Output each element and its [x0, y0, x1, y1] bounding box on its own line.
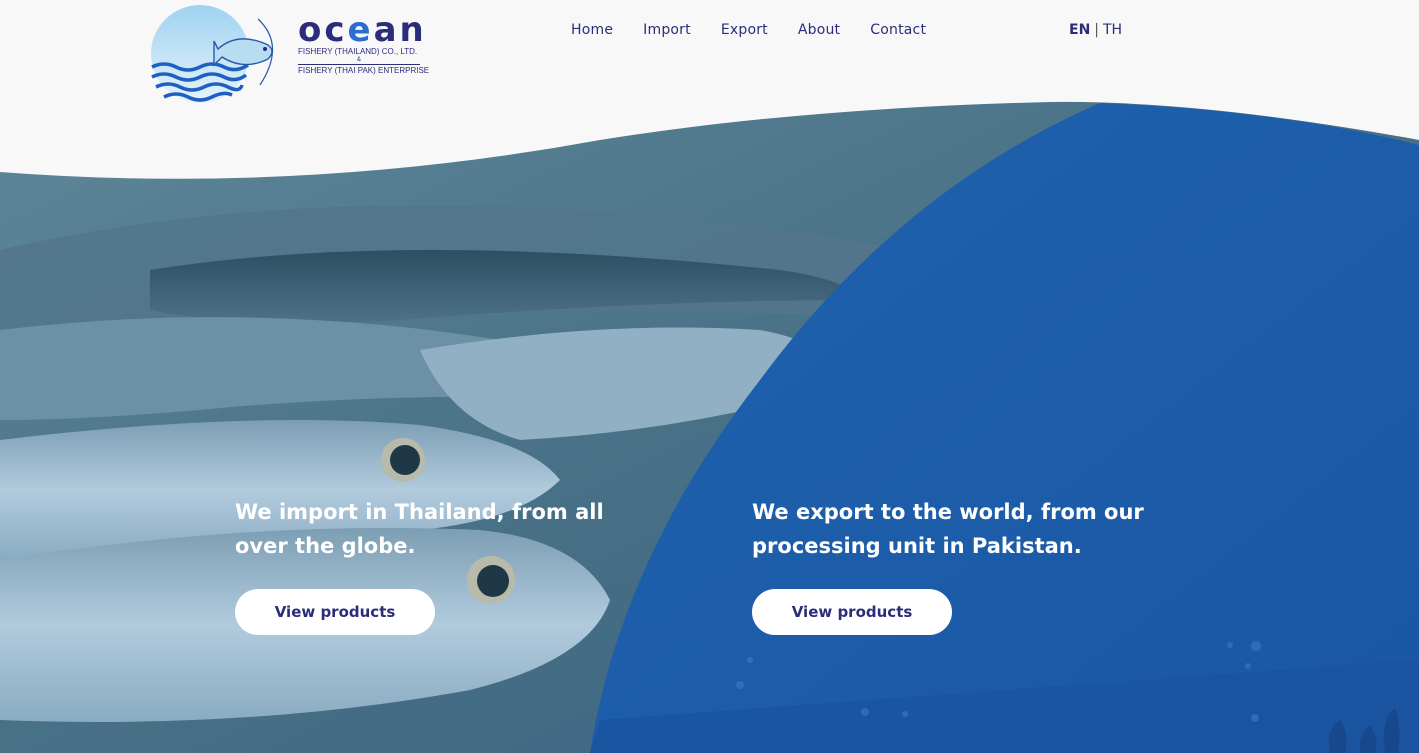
bubble	[902, 711, 908, 717]
nav-about[interactable]: About	[798, 22, 840, 38]
hero-background	[0, 0, 1419, 753]
logo-company-2: FISHERY (THAI PAK) ENTERPRISE	[298, 66, 430, 75]
nav-home[interactable]: Home	[571, 22, 613, 38]
bubble	[861, 708, 869, 716]
lang-en[interactable]: EN	[1069, 22, 1090, 38]
logo-ampersand: &	[356, 57, 361, 63]
bubble	[1227, 642, 1233, 648]
language-switcher: EN | TH	[1069, 22, 1122, 38]
logo-wordmark: ocean	[298, 10, 427, 50]
logo[interactable]: ocean FISHERY (THAILAND) CO., LTD. & FIS…	[148, 5, 429, 105]
logo-divider	[298, 64, 420, 65]
lang-th[interactable]: TH	[1103, 22, 1122, 38]
bubble	[1245, 663, 1251, 669]
logo-emblem	[151, 5, 274, 103]
bubble	[1251, 641, 1261, 651]
hero-section: ocean FISHERY (THAILAND) CO., LTD. & FIS…	[0, 0, 1419, 753]
nav-contact[interactable]: Contact	[870, 22, 926, 38]
export-view-products-button[interactable]: View products	[752, 589, 952, 635]
main-nav: Home Import Export About Contact	[571, 22, 926, 38]
nav-export[interactable]: Export	[721, 22, 768, 38]
logo-company-1: FISHERY (THAILAND) CO., LTD.	[298, 47, 418, 56]
nav-import[interactable]: Import	[643, 22, 691, 38]
import-headline: We import in Thailand, from all over the…	[235, 500, 604, 558]
lang-separator: |	[1094, 22, 1099, 38]
export-headline: We export to the world, from our process…	[752, 500, 1144, 558]
bubble	[1251, 714, 1259, 722]
bubble	[736, 681, 744, 689]
import-view-products-button[interactable]: View products	[235, 589, 435, 635]
logo-text: ocean FISHERY (THAILAND) CO., LTD. & FIS…	[298, 5, 429, 76]
bubble	[747, 657, 753, 663]
